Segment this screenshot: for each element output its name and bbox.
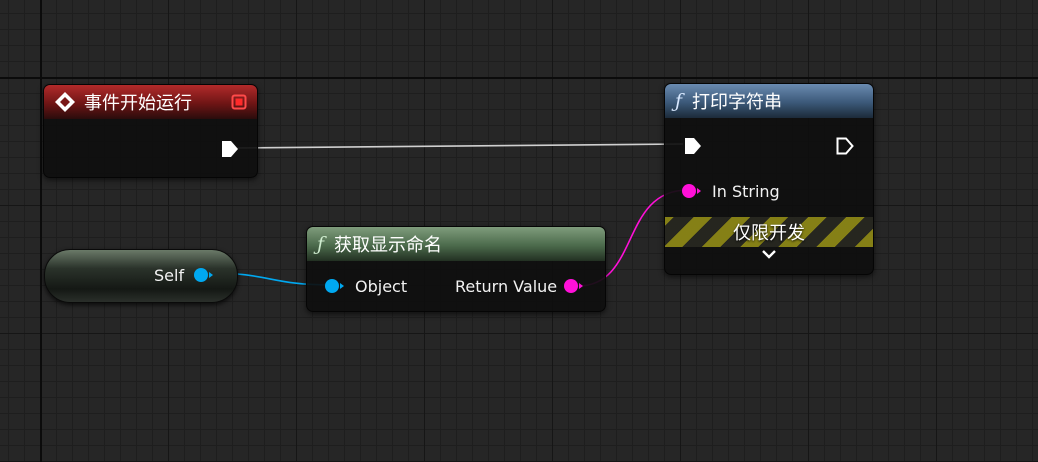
object-pin-label: Object: [355, 277, 408, 296]
development-only-label: 仅限开发: [733, 223, 805, 244]
get-display-name-title: 获取显示命名: [334, 235, 443, 256]
chevron-down-icon[interactable]: [761, 249, 777, 261]
in-string-pin-icon[interactable]: [681, 183, 701, 199]
exec-out-pin-icon[interactable]: [835, 136, 855, 156]
exec-wire[interactable]: [236, 143, 684, 149]
self-label: Self: [154, 266, 185, 285]
return-value-label: Return Value: [455, 277, 558, 296]
red-stop-icon: [231, 94, 247, 110]
self-reference-node[interactable]: Self: [44, 249, 238, 303]
print-string-title: 打印字符串: [692, 92, 783, 113]
get-display-name-header[interactable]: ƒ 获取显示命名: [307, 227, 605, 261]
object-pin-icon[interactable]: [324, 278, 344, 294]
get-display-name-node[interactable]: ƒ 获取显示命名 Object Return Value: [306, 226, 606, 312]
exec-in-pin-icon[interactable]: [683, 136, 703, 156]
diamond-event-icon: [55, 92, 75, 112]
exec-out-pin-icon[interactable]: [220, 139, 240, 159]
self-pin-icon[interactable]: [193, 267, 213, 283]
in-string-label: In String: [712, 182, 780, 201]
print-string-node[interactable]: ƒ 打印字符串 In String 仅限开发: [664, 83, 874, 275]
return-value-pin-icon[interactable]: [563, 278, 583, 294]
event-node-title: 事件开始运行: [84, 93, 192, 114]
event-begin-play-node[interactable]: 事件开始运行: [43, 84, 258, 178]
event-node-header[interactable]: 事件开始运行: [44, 85, 257, 119]
function-icon: ƒ: [317, 233, 325, 255]
print-string-header[interactable]: ƒ 打印字符串: [665, 84, 873, 118]
function-icon: ƒ: [675, 90, 683, 112]
